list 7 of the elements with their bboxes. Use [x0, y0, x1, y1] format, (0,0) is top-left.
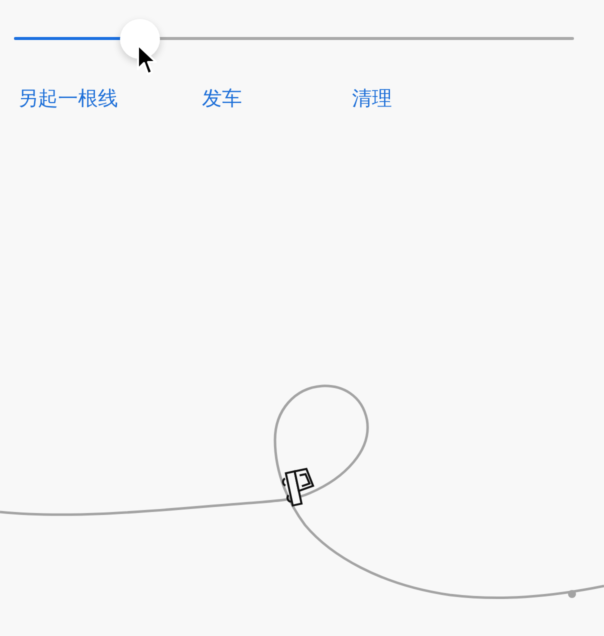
truck-icon [282, 468, 314, 507]
action-button[interactable]: 清理 [352, 85, 392, 113]
marker-icon [568, 590, 576, 598]
slider-thumb[interactable] [120, 19, 160, 59]
action-button[interactable]: 发车 [202, 85, 242, 113]
slider-track[interactable] [14, 19, 574, 59]
action-button[interactable]: 另起一根线 [18, 85, 118, 113]
